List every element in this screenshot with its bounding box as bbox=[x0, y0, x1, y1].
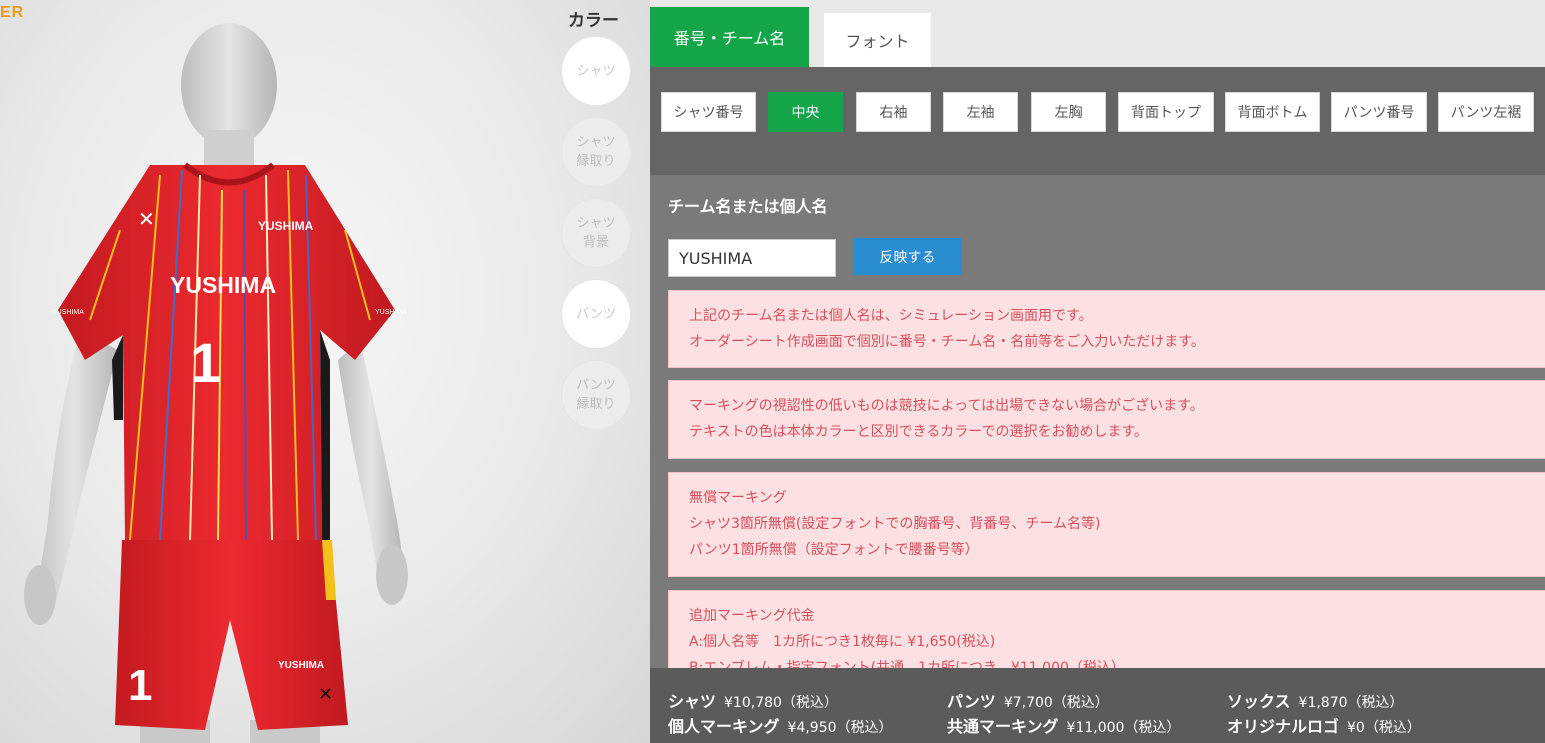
mannequin-model[interactable]: ✕ YUSHIMA YUSHIMA 1 YUSHIMA YUSHIMA 1 YU… bbox=[0, 0, 560, 743]
notice-free-marking: 無償マーキング シャツ3箇所無償(設定フォントでの胸番号、背番号、チーム名等) … bbox=[668, 472, 1545, 577]
notice-visibility: マーキングの視認性の低いものは競技によっては出場できない場合がございます。 テキ… bbox=[668, 380, 1545, 459]
price-summary-bar: シャツ ¥10,780（税込） パンツ ¥7,700（税込） ソックス ¥1,870（… bbox=[650, 668, 1545, 743]
position-left-chest[interactable]: 左胸 bbox=[1031, 92, 1106, 132]
position-center[interactable]: 中央 bbox=[768, 92, 843, 132]
color-panel-title: カラー bbox=[568, 11, 619, 31]
notice-simulation: 上記のチーム名または個人名は、シミュレーション画面用です。 オーダーシート作成画… bbox=[668, 290, 1545, 368]
pants-team-name: YUSHIMA bbox=[278, 660, 324, 671]
position-left-sleeve[interactable]: 左袖 bbox=[943, 92, 1018, 132]
pants-number: 1 bbox=[128, 661, 152, 710]
notice-line: A:個人名等 1カ所につき1枚毎に ¥1,650(税込) bbox=[689, 634, 996, 650]
pants-logo-icon: ✕ bbox=[318, 684, 333, 705]
apply-button[interactable]: 反映する bbox=[853, 238, 962, 275]
price-common-marking: 共通マーキング ¥11,000（税込） bbox=[947, 713, 1180, 737]
color-pants-trim-button[interactable]: パンツ 縁取り bbox=[562, 361, 630, 429]
color-shirt-trim-button[interactable]: シャツ 縁取り bbox=[562, 118, 630, 186]
price-value: ¥4,950（税込） bbox=[787, 720, 893, 736]
team-name-input[interactable] bbox=[668, 239, 836, 277]
price-label: オリジナルロゴ bbox=[1227, 717, 1340, 736]
notice-line: 上記のチーム名または個人名は、シミュレーション画面用です。 bbox=[689, 308, 1093, 324]
marking-position-bar: シャツ番号 中央 右袖 左袖 左胸 背面トップ 背面ボトム パンツ番号 パンツ左… bbox=[650, 67, 1545, 175]
notice-additional-marking: 追加マーキング代金 A:個人名等 1カ所につき1枚毎に ¥1,650(税込) B… bbox=[668, 590, 1545, 668]
marking-editor: 番号・チーム名 フォント シャツ番号 中央 右袖 左袖 左胸 背面トップ 背面ボ… bbox=[650, 0, 1545, 743]
price-value: ¥7,700（税込） bbox=[1003, 695, 1109, 711]
mannequin-head bbox=[181, 23, 277, 147]
notice-line: パンツ1箇所無償（設定フォントで腰番号等） bbox=[689, 542, 979, 558]
notice-line: オーダーシート作成画面で個別に番号・チーム名・名前等をご入力いただけます。 bbox=[689, 334, 1205, 350]
price-label: 個人マーキング bbox=[668, 717, 780, 736]
position-back-top[interactable]: 背面トップ bbox=[1118, 92, 1214, 132]
position-shirt-number[interactable]: シャツ番号 bbox=[661, 92, 756, 132]
notice-line: マーキングの視認性の低いものは競技によっては出場できない場合がございます。 bbox=[689, 398, 1204, 414]
color-shirt-button[interactable]: シャツ bbox=[562, 37, 630, 105]
price-original-logo: オリジナルロゴ ¥0（税込） bbox=[1227, 713, 1421, 737]
notice-line: テキストの色は本体カラーと区別できるカラーでの選択をお勧めします。 bbox=[689, 424, 1149, 440]
price-label: パンツ bbox=[947, 692, 996, 711]
price-value: ¥10,780（税込） bbox=[724, 695, 838, 711]
yonex-logo-icon: ✕ bbox=[138, 207, 155, 231]
tab-font[interactable]: フォント bbox=[824, 13, 931, 67]
price-pants: パンツ ¥7,700（税込） bbox=[947, 688, 1109, 712]
tab-number-team-name[interactable]: 番号・チーム名 bbox=[650, 7, 809, 67]
price-shirt: シャツ ¥10,780（税込） bbox=[668, 688, 838, 712]
price-value: ¥1,870（税込） bbox=[1298, 695, 1404, 711]
notice-line: B:エンブレム・指定フォント(共通 1カ所につき ¥11,000（税込） bbox=[689, 660, 1125, 668]
position-right-sleeve[interactable]: 右袖 bbox=[856, 92, 931, 132]
chest-number: 1 bbox=[190, 331, 221, 394]
chest-small-team-name: YUSHIMA bbox=[258, 219, 314, 233]
notice-line: 追加マーキング代金 bbox=[689, 608, 815, 624]
position-back-bottom[interactable]: 背面ボトム bbox=[1225, 92, 1320, 132]
right-sleeve-text: YUSHIMA bbox=[52, 309, 84, 316]
left-sleeve-text: YUSHIMA bbox=[375, 309, 407, 316]
uniform-preview[interactable]: ER ✕ YUSHIMA YUSHIMA 1 YUSHIMA YUSHIMA 1… bbox=[0, 0, 650, 743]
price-label: シャツ bbox=[668, 692, 717, 711]
chest-team-name: YUSHIMA bbox=[170, 272, 276, 298]
price-personal-marking: 個人マーキング ¥4,950（税込） bbox=[668, 713, 893, 737]
position-pants-left-hem[interactable]: パンツ左裾 bbox=[1438, 92, 1534, 132]
price-label: ソックス bbox=[1227, 692, 1291, 711]
price-socks: ソックス ¥1,870（税込） bbox=[1227, 688, 1404, 712]
color-pants-button[interactable]: パンツ bbox=[562, 280, 630, 348]
team-name-label: チーム名または個人名 bbox=[668, 197, 828, 216]
price-value: ¥0（税込） bbox=[1347, 720, 1421, 736]
notice-line: シャツ3箇所無償(設定フォントでの胸番号、背番号、チーム名等) bbox=[689, 516, 1101, 532]
marking-content[interactable]: チーム名または個人名 反映する 上記のチーム名または個人名は、シミュレーション画… bbox=[650, 175, 1545, 668]
price-value: ¥11,000（税込） bbox=[1066, 720, 1181, 736]
notice-line: 無償マーキング bbox=[689, 490, 787, 506]
price-label: 共通マーキング bbox=[947, 717, 1059, 736]
pants-graphic: 1 YUSHIMA ✕ bbox=[115, 540, 348, 730]
color-shirt-background-button[interactable]: シャツ 背景 bbox=[562, 199, 630, 267]
position-pants-number[interactable]: パンツ番号 bbox=[1331, 92, 1427, 132]
tab-bar: 番号・チーム名 フォント bbox=[650, 0, 1545, 67]
